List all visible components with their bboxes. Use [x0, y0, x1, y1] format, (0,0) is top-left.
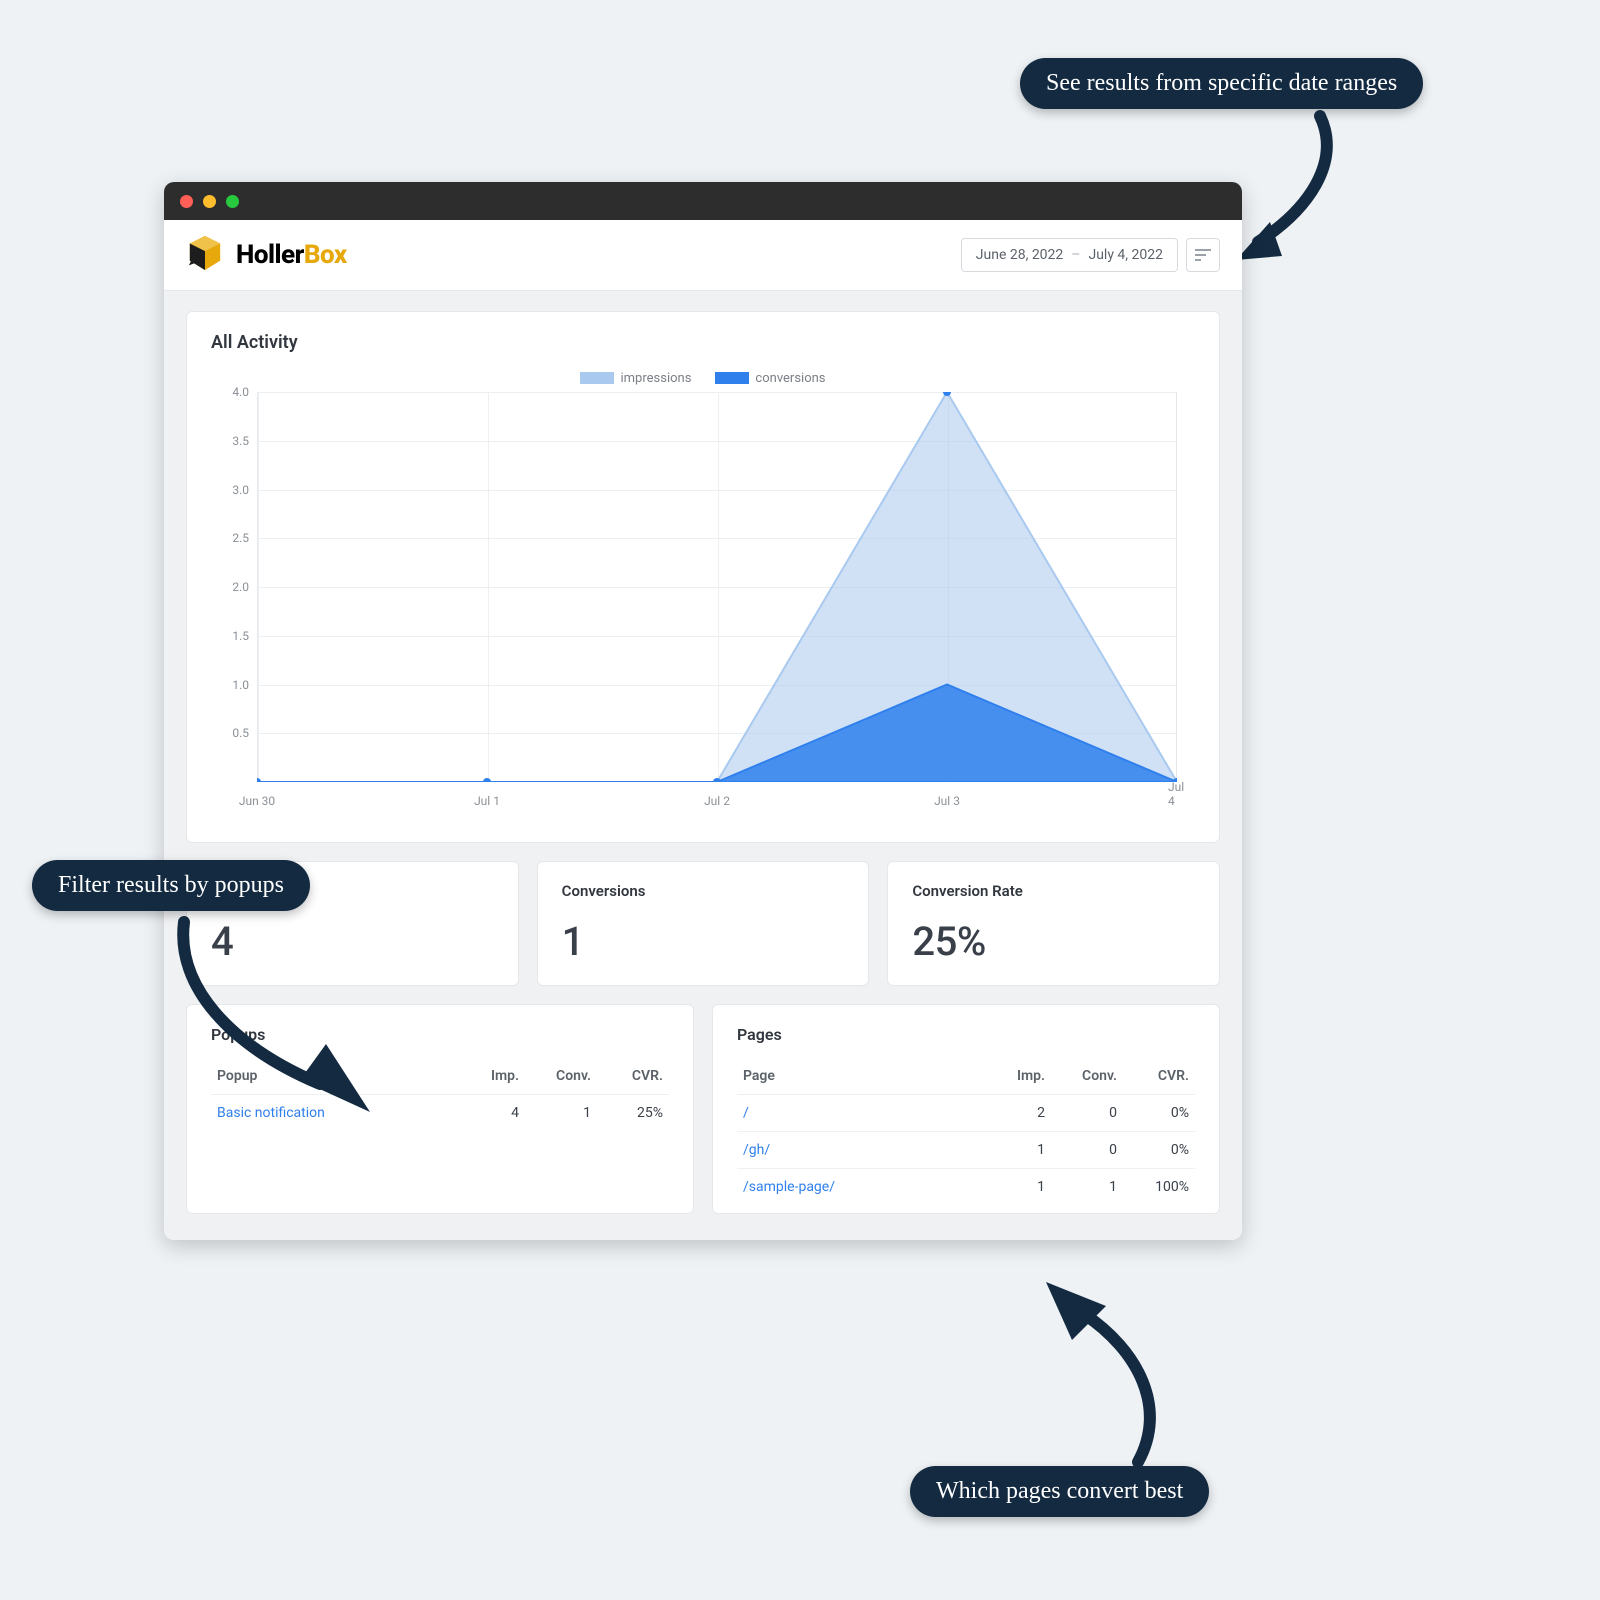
callout-date-ranges: See results from specific date ranges: [1020, 58, 1423, 109]
titlebar: [164, 182, 1242, 220]
window-close-dot[interactable]: [180, 195, 193, 208]
x-axis-tick: Jul 2: [704, 794, 730, 808]
arrow-to-date: [1230, 110, 1370, 260]
stat-value: 25%: [912, 918, 1195, 965]
stat-conversion-rate: Conversion Rate 25%: [887, 861, 1220, 986]
cell-cvr: 25%: [597, 1095, 669, 1132]
cell-imp: 1: [979, 1169, 1051, 1206]
window-zoom-dot[interactable]: [226, 195, 239, 208]
table-row: /gh/100%: [737, 1132, 1195, 1169]
callout-pages-convert: Which pages convert best: [910, 1466, 1209, 1517]
y-axis-tick: 3.0: [211, 483, 257, 497]
x-axis-tick: Jul 1: [474, 794, 500, 808]
y-axis-tick: 1.0: [211, 678, 257, 692]
callout-filter-popups: Filter results by popups: [32, 860, 310, 911]
cell-conv: 0: [1051, 1095, 1123, 1132]
date-start: June 28, 2022: [976, 247, 1064, 263]
page-link[interactable]: /sample-page/: [743, 1179, 835, 1195]
chart-area: 4.03.53.02.52.01.51.00.5 Jun 30Jul 1Jul …: [211, 392, 1195, 822]
brand-logo-icon: [186, 234, 224, 276]
cell-cvr: 100%: [1123, 1169, 1195, 1206]
y-axis-tick: 0.5: [211, 726, 257, 740]
y-axis-tick: 3.5: [211, 434, 257, 448]
cell-conv: 1: [525, 1095, 597, 1132]
sort-button[interactable]: [1186, 238, 1220, 272]
arrow-to-popups: [170, 916, 380, 1126]
col-cvr: CVR.: [1123, 1058, 1195, 1095]
page-link[interactable]: /gh/: [743, 1142, 770, 1158]
cell-conv: 1: [1051, 1169, 1123, 1206]
stat-value: 1: [562, 918, 845, 965]
window-minimize-dot[interactable]: [203, 195, 216, 208]
page-link[interactable]: /: [743, 1105, 749, 1121]
col-page: Page: [737, 1058, 979, 1095]
cell-imp: 1: [979, 1132, 1051, 1169]
y-axis-tick: 1.5: [211, 629, 257, 643]
brand-text: HollerBox: [236, 240, 347, 270]
col-conv: Conv.: [1051, 1058, 1123, 1095]
stat-label: Conversion Rate: [912, 882, 1195, 900]
col-imp: Imp.: [979, 1058, 1051, 1095]
activity-card: All Activity impressions conversions 4.0…: [186, 311, 1220, 843]
stat-label: Conversions: [562, 882, 845, 900]
date-separator: –: [1071, 247, 1080, 263]
table-row: /sample-page/11100%: [737, 1169, 1195, 1206]
x-axis-tick: Jul 3: [934, 794, 960, 808]
y-axis-tick: 4.0: [211, 385, 257, 399]
pages-title: Pages: [737, 1025, 1195, 1044]
y-axis-tick: 2.5: [211, 531, 257, 545]
brand: HollerBox: [186, 234, 347, 276]
stat-conversions: Conversions 1: [537, 861, 870, 986]
app-topbar: HollerBox June 28, 2022 – July 4, 2022: [164, 220, 1242, 291]
table-row: / 200%: [737, 1095, 1195, 1132]
cell-conv: 0: [1051, 1132, 1123, 1169]
pages-card: Pages Page Imp. Conv. CVR. /200%/gh/100%…: [712, 1004, 1220, 1214]
x-axis-tick: Jul 4: [1168, 780, 1186, 808]
date-range-picker[interactable]: June 28, 2022 – July 4, 2022: [961, 238, 1178, 272]
cell-cvr: 0%: [1123, 1132, 1195, 1169]
cell-cvr: 0%: [1123, 1095, 1195, 1132]
activity-title: All Activity: [211, 332, 1195, 353]
arrow-to-pages: [1028, 1278, 1188, 1468]
x-axis-tick: Jun 30: [239, 794, 275, 808]
col-conv: Conv.: [525, 1058, 597, 1095]
cell-imp: 4: [453, 1095, 525, 1132]
col-cvr: CVR.: [597, 1058, 669, 1095]
chart-legend: impressions conversions: [211, 371, 1195, 386]
sort-icon: [1195, 248, 1211, 262]
col-imp: Imp.: [453, 1058, 525, 1095]
pages-table: Page Imp. Conv. CVR. /200%/gh/100%/sampl…: [737, 1058, 1195, 1205]
y-axis-tick: 2.0: [211, 580, 257, 594]
date-end: July 4, 2022: [1088, 247, 1163, 263]
cell-imp: 2: [979, 1095, 1051, 1132]
